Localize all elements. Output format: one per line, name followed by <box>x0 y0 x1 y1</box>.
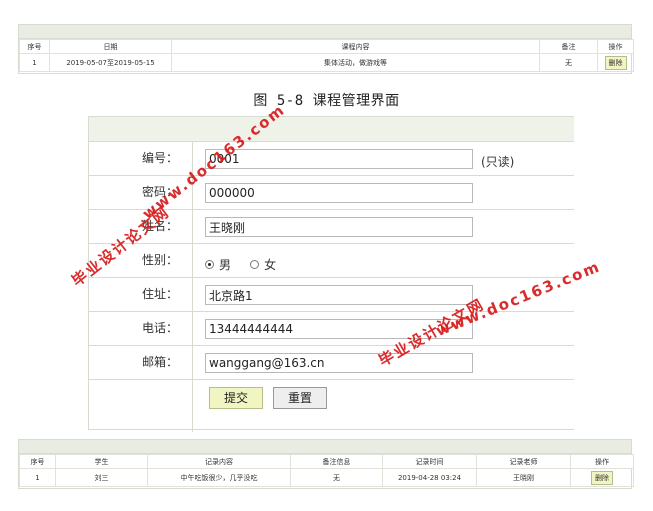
radio-checked-icon <box>205 260 214 269</box>
cell-content: 中午吃饭很少，几乎没吃 <box>147 468 291 487</box>
reset-button[interactable]: 重置 <box>273 387 328 409</box>
record-list-panel: 序号 学生 记录内容 备注信息 记录时间 记录老师 操作 1 刘三 中午吃饭很少… <box>18 439 634 489</box>
column-header: 记录时间 <box>382 454 477 469</box>
gender-option-label: 女 <box>264 258 277 272</box>
column-header: 操作 <box>570 454 634 469</box>
course-table: 序号 日期 课程内容 备注 操作 1 2019-05-07至2019-05-15… <box>19 39 634 72</box>
column-header: 序号 <box>19 454 56 469</box>
cell-teacher: 王晓刚 <box>476 468 571 487</box>
table-header-row: 序号 日期 课程内容 备注 操作 <box>19 39 634 54</box>
form-row-email: 邮箱： <box>89 346 574 380</box>
record-list-header-bar <box>19 440 631 454</box>
address-field[interactable] <box>205 285 473 305</box>
buttons-label-cell <box>89 380 193 432</box>
column-header: 学生 <box>55 454 148 469</box>
delete-button[interactable]: 删除 <box>591 470 613 485</box>
figure-caption: 图 5-8 课程管理界面 <box>253 93 400 109</box>
table-header-row: 序号 学生 记录内容 备注信息 记录时间 记录老师 操作 <box>19 454 634 469</box>
cell-remark: 无 <box>539 53 598 72</box>
cell-content: 集体活动，做游戏等 <box>171 53 540 72</box>
teacher-edit-form: 编号： (只读) 密码： 姓名： 性别： 男 女 住址： 电话： 邮箱： 提交 … <box>88 116 574 432</box>
radio-unchecked-icon <box>250 260 260 269</box>
column-header: 记录内容 <box>147 454 291 469</box>
cell-date: 2019-05-07至2019-05-15 <box>49 53 172 72</box>
form-row-phone: 电话： <box>89 312 574 346</box>
form-row-buttons: 提交 重置 <box>89 380 574 432</box>
column-header: 课程内容 <box>171 39 540 54</box>
address-label: 住址： <box>89 278 193 311</box>
column-header: 记录老师 <box>476 454 571 469</box>
cell-action: 删除 <box>597 53 634 72</box>
gender-radio-female[interactable]: 女 <box>250 256 276 273</box>
course-list-panel: 序号 日期 课程内容 备注 操作 1 2019-05-07至2019-05-15… <box>18 24 634 74</box>
column-header: 备注信息 <box>290 454 383 469</box>
course-list-header-bar <box>19 25 631 39</box>
form-row-id: 编号： (只读) <box>89 142 574 176</box>
table-row: 1 刘三 中午吃饭很少，几乎没吃 无 2019-04-28 03:24 王晓刚 … <box>19 468 634 487</box>
table-row: 1 2019-05-07至2019-05-15 集体活动，做游戏等 无 删除 <box>19 53 634 72</box>
email-field[interactable] <box>205 353 473 373</box>
phone-label: 电话： <box>89 312 193 345</box>
gender-option-label: 男 <box>219 258 232 272</box>
cell-student: 刘三 <box>55 468 148 487</box>
form-row-gender: 性别： 男 女 <box>89 244 574 278</box>
cell-time: 2019-04-28 03:24 <box>382 468 477 487</box>
gender-radio-male[interactable]: 男 <box>205 256 231 273</box>
readonly-note: (只读) <box>481 155 515 169</box>
record-table: 序号 学生 记录内容 备注信息 记录时间 记录老师 操作 1 刘三 中午吃饭很少… <box>19 454 634 487</box>
cell-index: 1 <box>19 468 56 487</box>
email-label: 邮箱： <box>89 346 193 379</box>
cell-action: 删除 <box>570 468 634 487</box>
form-header-bar <box>89 116 574 142</box>
column-header: 备注 <box>539 39 598 54</box>
id-label: 编号： <box>89 142 193 175</box>
column-header: 序号 <box>19 39 50 54</box>
column-header: 日期 <box>49 39 172 54</box>
cell-index: 1 <box>19 53 50 72</box>
name-field[interactable] <box>205 217 473 237</box>
cell-remark: 无 <box>290 468 383 487</box>
column-header: 操作 <box>597 39 634 54</box>
gender-radio-group: 男 女 <box>205 254 290 273</box>
submit-button[interactable]: 提交 <box>209 387 264 409</box>
password-field[interactable] <box>205 183 473 203</box>
delete-button[interactable]: 删除 <box>604 55 627 70</box>
id-field[interactable] <box>205 149 473 169</box>
